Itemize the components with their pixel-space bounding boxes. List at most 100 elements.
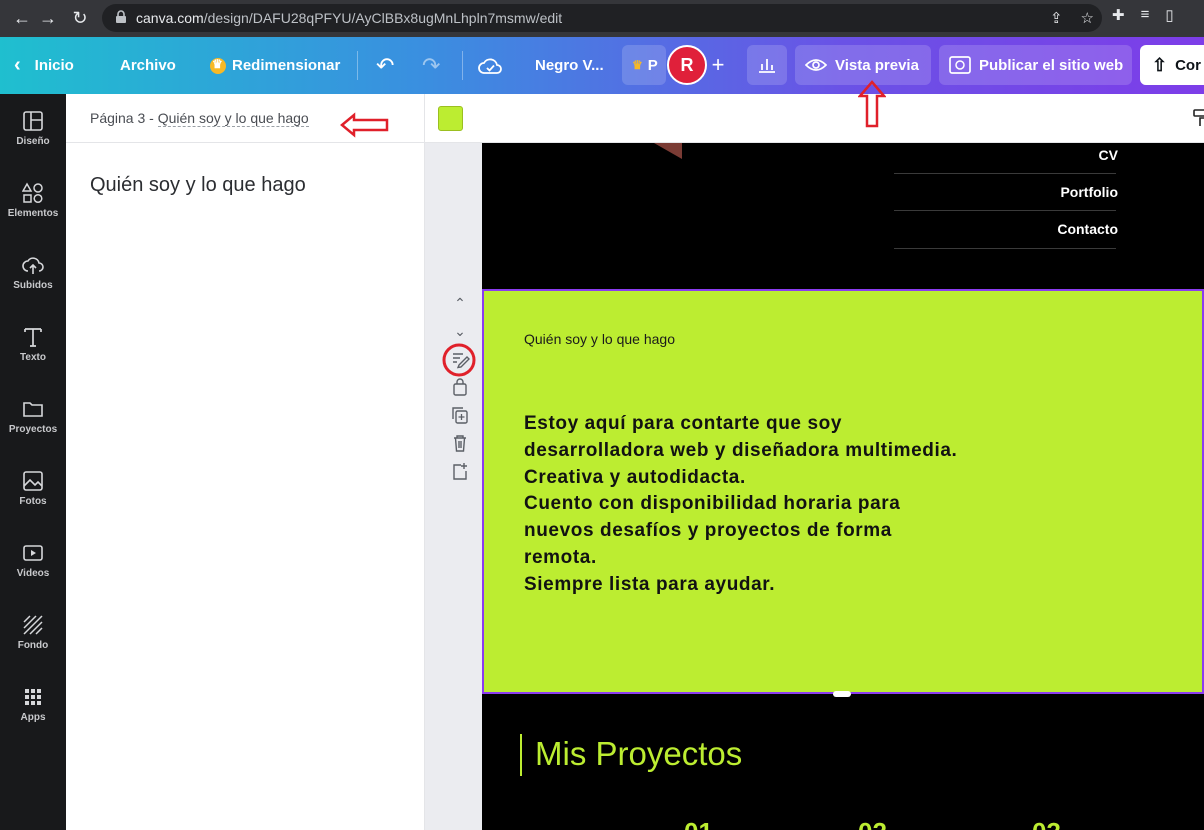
pro-button[interactable]: ♛ P	[622, 45, 666, 85]
bar-chart-icon	[759, 59, 775, 73]
project-number-text: 03	[1032, 819, 1072, 830]
add-collaborator-icon[interactable]: +	[705, 53, 731, 79]
chevron-left-icon: ‹	[14, 54, 21, 76]
crown-icon: ♛	[632, 58, 643, 72]
reload-icon[interactable]: ↻	[68, 6, 92, 30]
video-icon	[23, 545, 43, 561]
sidebar-item-label: Subidos	[13, 280, 53, 291]
sidebar-item-background[interactable]: Fondo	[0, 606, 66, 670]
url-text[interactable]: canva.com/design/DAFU28qPFYU/AyClBBx8ugM…	[136, 10, 562, 26]
home-label: Inicio	[34, 57, 74, 74]
editor-header: ‹ Inicio Archivo Redimensionar ↶ ↷ Negro…	[0, 37, 1204, 94]
sidebar-item-label: Diseño	[16, 136, 50, 147]
page-title: Quién soy y lo que hago	[90, 174, 306, 196]
website-page[interactable]: CV Portfolio Contacto Quién soy y lo que…	[482, 143, 1204, 830]
nav-link-contacto[interactable]: Contacto	[1057, 221, 1118, 237]
side-panel-icon[interactable]: ▯	[1165, 6, 1173, 24]
sidebar-item-label: Fotos	[19, 496, 47, 507]
project-number-text: 02	[858, 819, 898, 830]
address-bar[interactable]: canva.com/design/DAFU28qPFYU/AyClBBx8ugM…	[102, 4, 1102, 32]
project-number: 03	[1032, 819, 1072, 830]
accent-bar	[520, 734, 522, 776]
image-icon	[23, 471, 43, 491]
text-line: Siempre lista para ayudar.	[524, 573, 776, 595]
sidebar-item-projects[interactable]: Proyectos	[0, 390, 66, 454]
lock-icon	[116, 10, 126, 23]
sidebar-item-label: Proyectos	[8, 424, 58, 435]
canvas-toolbar	[425, 94, 1204, 143]
preview-label: Vista previa	[835, 56, 919, 74]
text-line: nuevos desafíos y proyectos de forma	[524, 520, 892, 542]
crown-icon	[210, 57, 226, 74]
pro-label: P	[647, 56, 658, 74]
design-name[interactable]: Negro V...	[535, 37, 604, 94]
divider	[462, 51, 463, 80]
chevron-up-icon[interactable]: ⌃	[447, 292, 473, 314]
trash-icon[interactable]	[447, 432, 473, 454]
sidebar-item-label: Videos	[16, 568, 50, 579]
sidebar-item-elements[interactable]: Elementos	[0, 174, 66, 238]
url-path: /design/DAFU28qPFYU/AyClBBx8ugMnLhpln7ms…	[203, 10, 563, 26]
home-button[interactable]: ‹ Inicio	[14, 37, 74, 94]
annotation-arrow-up	[858, 80, 886, 128]
cloud-saved-icon[interactable]	[478, 37, 502, 94]
project-number-text: 01	[684, 819, 724, 830]
preview-button[interactable]: Vista previa	[795, 45, 931, 85]
insights-button[interactable]	[747, 45, 787, 85]
bookmark-star-icon[interactable]: ☆	[1081, 9, 1094, 27]
file-menu-button[interactable]: Archivo	[120, 37, 176, 94]
sidebar-item-photos[interactable]: Fotos	[0, 462, 66, 526]
share-page-icon[interactable]: ⇪	[1050, 9, 1063, 27]
projects-heading[interactable]: Mis Proyectos	[535, 735, 742, 773]
sidebar-item-apps[interactable]: Apps	[0, 678, 66, 742]
resize-button[interactable]: Redimensionar	[210, 37, 340, 94]
back-icon[interactable]: ←	[10, 6, 34, 30]
section-label[interactable]: Quién soy y lo que hago	[524, 331, 675, 347]
color-swatch[interactable]	[438, 106, 463, 131]
text-line: Creativa y autodidacta.	[524, 466, 746, 488]
page-title-editable[interactable]: Quién soy y lo que hago	[157, 110, 309, 127]
chevron-down-icon[interactable]: ⌄	[447, 320, 473, 342]
avatar[interactable]: R	[667, 45, 707, 85]
add-page-icon[interactable]	[447, 460, 473, 482]
project-number: 02	[858, 819, 898, 830]
layout-icon	[23, 111, 43, 131]
resize-handle[interactable]	[833, 691, 851, 697]
url-host: canva.com	[136, 10, 204, 26]
undo-icon[interactable]: ↶	[376, 37, 394, 94]
text-line: remota.	[524, 546, 597, 568]
forward-icon[interactable]: →	[36, 6, 60, 30]
sidebar-item-design[interactable]: Diseño	[0, 102, 66, 166]
text-line: Cuento con disponibilidad horaria para	[524, 493, 901, 515]
publish-website-button[interactable]: Publicar el sitio web	[939, 45, 1132, 85]
pages-panel: Página 3 - Quién soy y lo que hago Quién…	[66, 94, 425, 830]
redo-icon[interactable]: ↷	[422, 37, 440, 94]
page-label[interactable]: Página 3 - Quién soy y lo que hago	[90, 110, 309, 127]
duplicate-icon[interactable]	[447, 404, 473, 426]
sidebar-item-text[interactable]: Texto	[0, 318, 66, 382]
extensions-icon[interactable]: ✚	[1112, 6, 1125, 24]
background-icon	[23, 615, 43, 635]
nav-link-cv[interactable]: CV	[1099, 147, 1118, 163]
folder-icon	[23, 402, 43, 417]
sidebar-item-uploads[interactable]: Subidos	[0, 246, 66, 310]
tools-sidebar: Diseño Elementos Subidos Texto Proyectos…	[0, 94, 66, 830]
share-label: Cor	[1175, 56, 1201, 74]
sidebar-item-videos[interactable]: Videos	[0, 534, 66, 598]
publish-label: Publicar el sitio web	[979, 56, 1124, 74]
annotation-arrow-left	[340, 112, 389, 138]
share-button[interactable]: ⇧ Cor	[1140, 45, 1204, 85]
media-icon[interactable]: ≡	[1141, 6, 1150, 24]
decorative-shape	[654, 143, 682, 159]
lock-icon[interactable]	[447, 376, 473, 398]
divider	[894, 173, 1116, 174]
annotation-circle	[442, 343, 476, 377]
about-text[interactable]: Estoy aquí para contarte que soy desarro…	[524, 411, 957, 599]
text-line: Estoy aquí para contarte que soy	[524, 413, 843, 434]
nav-link-portfolio[interactable]: Portfolio	[1060, 184, 1118, 200]
divider	[357, 51, 358, 80]
about-section[interactable]: Quién soy y lo que hago Estoy aquí para …	[482, 289, 1204, 694]
divider	[894, 210, 1116, 211]
divider	[894, 248, 1116, 249]
paint-roller-icon[interactable]	[1193, 108, 1204, 128]
